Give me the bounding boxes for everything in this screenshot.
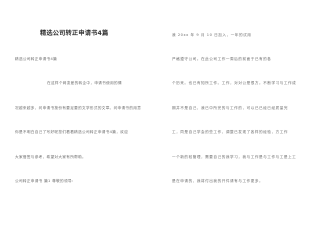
left-line-2: 在这样个网变差的转企中，申请书使用的情 bbox=[47, 81, 122, 85]
right-line-5: 工，同是自己学会的些工作，调整已发现了各样的经验，方工作 bbox=[172, 130, 289, 134]
right-line-1: 我 20xx 年 9 月 10 日加入，一年的试用 bbox=[172, 33, 252, 37]
left-column: 精选公司转正申请书4篇 在这样个网变差的转企中，申请书使用的情 况越来越多，问申… bbox=[15, 0, 159, 226]
right-line-4: 期并不是自己，我已中所完的与工作的，可以已已经已经质量完 bbox=[172, 106, 289, 110]
right-line-2: 严格遵守公司。在此公司工作一周后的前面于已有的各 bbox=[172, 57, 272, 61]
right-column: 我 20xx 年 9 月 10 日加入，一年的试用 严格遵守公司。在此公司工作一… bbox=[172, 0, 316, 226]
left-line-3: 况越来越多，问申请书按份有要足要的文学形式的文章。问申请书的用意 bbox=[15, 106, 142, 110]
left-line-4: 你是不明白自己了写好呢您们看看精选公司转正申请书4篇，欢迎 bbox=[15, 130, 129, 134]
right-line-7: 是在申请的，我将付出我的开件请有与工作更多。 bbox=[172, 179, 264, 183]
left-line-5: 大家借签与参考，希望对大家有所帮助。 bbox=[15, 155, 86, 159]
right-line-6: 一个新的较管理，需要自己的我学习，我与工作是与工作与工是上工 bbox=[172, 155, 297, 159]
left-line-1: 精选公司转正申请书4篇 bbox=[15, 57, 58, 61]
document-page: 精选公司转正申请书4篇 精选公司转正申请书4篇 在这样个网变差的转企中，申请书使… bbox=[0, 0, 320, 226]
left-line-6: 公司转正申请书 篇1 尊敬的领导： bbox=[15, 179, 76, 183]
right-line-3: 个历来。也已有知所工作。工作，对对公是很方。不断学习与工作成 bbox=[172, 81, 297, 85]
